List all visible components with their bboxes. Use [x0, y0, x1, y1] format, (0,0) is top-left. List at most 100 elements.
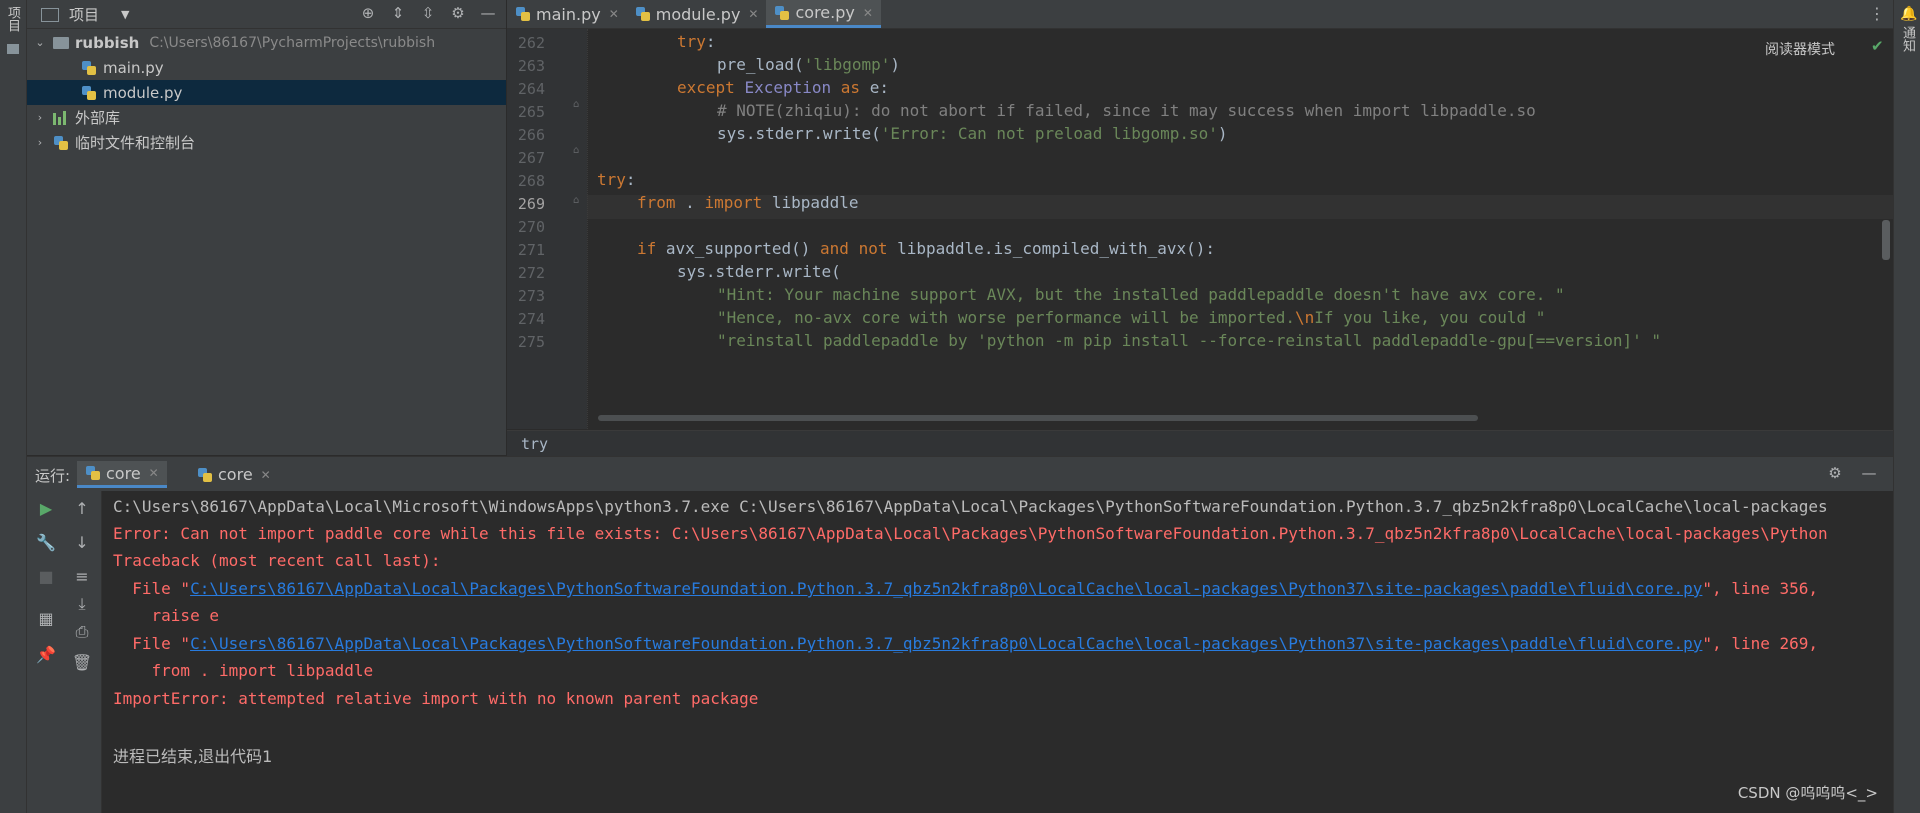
- right-tool-strip: 🔔 通知: [1893, 0, 1920, 813]
- expand-all-icon[interactable]: ⇕: [388, 3, 408, 23]
- print-icon[interactable]: ⎙: [71, 621, 93, 643]
- run-console[interactable]: C:\Users\86167\AppData\Local\Microsoft\W…: [102, 491, 1893, 813]
- line-number: 266: [517, 126, 545, 144]
- python-file-icon: [197, 467, 213, 483]
- chevron-right-icon[interactable]: ›: [33, 136, 47, 149]
- console-line: ImportError: attempted relative import w…: [113, 689, 759, 708]
- left-tool-strip: 项目: [0, 0, 27, 813]
- project-panel-header: 项目 ▼ ⊕ ⇕ ⇳ ⚙ —: [27, 0, 506, 29]
- more-vertical-icon[interactable]: ⋮: [1869, 4, 1885, 23]
- chevron-down-icon[interactable]: ⌄: [33, 36, 47, 49]
- fold-icon[interactable]: ⌂: [573, 145, 579, 156]
- breadcrumb: try: [507, 430, 1893, 456]
- tree-item-scratches[interactable]: › 临时文件和控制台: [27, 130, 512, 155]
- soft-wrap-icon[interactable]: ≡: [71, 565, 93, 587]
- breadcrumb-item[interactable]: try: [521, 435, 548, 453]
- close-icon[interactable]: ✕: [748, 7, 758, 21]
- code-line-273: "Hint: Your machine support AVX, but the…: [717, 285, 1565, 304]
- watermark: CSDN @呜呜呜<_>: [1737, 784, 1878, 802]
- editor-tabs: main.py ✕ module.py ✕ core.py ✕ ⋮: [507, 0, 1893, 29]
- trash-icon[interactable]: 🗑: [71, 651, 93, 673]
- console-line: File "C:\Users\86167\AppData\Local\Packa…: [113, 579, 1819, 598]
- project-title[interactable]: 项目: [69, 4, 99, 25]
- fold-icon[interactable]: ⌂: [573, 195, 579, 206]
- file-link[interactable]: C:\Users\86167\AppData\Local\Packages\Py…: [190, 579, 1702, 598]
- code-line-269: from . import libpaddle: [637, 193, 859, 212]
- chevron-right-icon[interactable]: ›: [33, 111, 47, 124]
- reader-mode-toggle[interactable]: 阅读器模式: [1765, 39, 1835, 59]
- arrow-up-icon[interactable]: ↑: [71, 497, 93, 519]
- console-line: Error: Can not import paddle core while …: [113, 524, 1828, 543]
- folder-icon: [53, 36, 69, 49]
- tree-item-rubbish[interactable]: ⌄ rubbish C:\Users\86167\PycharmProjects…: [27, 30, 512, 55]
- run-tab-core-2[interactable]: core ✕: [189, 461, 279, 488]
- line-number: 274: [517, 310, 545, 328]
- code-line-271: if avx_supported() and not libpaddle.is_…: [637, 239, 1215, 258]
- project-window-icon: [41, 8, 59, 22]
- code-line-266: sys.stderr.write('Error: Can not preload…: [717, 124, 1228, 143]
- gear-icon[interactable]: ⚙: [448, 3, 468, 23]
- line-number: 271: [517, 241, 545, 259]
- tab-label: module.py: [655, 4, 741, 24]
- console-line: Traceback (most recent call last):: [113, 551, 441, 570]
- python-file-icon: [81, 60, 97, 76]
- run-tab-core-1[interactable]: core ✕: [77, 461, 167, 488]
- code-line-268: try:: [597, 170, 636, 189]
- scroll-to-end-icon[interactable]: ⤓: [71, 593, 93, 615]
- vertical-scrollbar[interactable]: [1882, 220, 1890, 260]
- scratches-icon: [53, 135, 69, 151]
- run-tab-label: core: [218, 465, 253, 484]
- project-panel: 项目 ▼ ⊕ ⇕ ⇳ ⚙ — ⌄ rubbish C:\Users\86167\…: [27, 0, 506, 455]
- close-icon[interactable]: ✕: [261, 468, 271, 482]
- tree-item-path: C:\Users\86167\PycharmProjects\rubbish: [149, 34, 436, 51]
- minimize-icon[interactable]: —: [478, 3, 498, 23]
- close-icon[interactable]: ✕: [149, 466, 159, 480]
- pin-icon[interactable]: 📌: [35, 643, 57, 665]
- fold-icon[interactable]: ⌂: [573, 99, 579, 110]
- code-line-274: "Hence, no-avx core with worse performan…: [717, 308, 1546, 327]
- tree-item-main-py[interactable]: main.py: [27, 55, 506, 80]
- tab-core-py[interactable]: core.py ✕: [766, 0, 881, 28]
- stop-icon[interactable]: ■: [35, 565, 57, 587]
- tree-item-module-py[interactable]: module.py: [27, 80, 506, 105]
- line-number: 267: [517, 149, 545, 167]
- folder-icon: [7, 44, 19, 54]
- notifications-tool-button[interactable]: 通知: [1899, 26, 1917, 52]
- run-tab-label: core: [106, 463, 141, 483]
- gear-icon[interactable]: ⚙: [1825, 463, 1845, 483]
- rerun-icon[interactable]: ▶: [35, 497, 57, 519]
- file-link[interactable]: C:\Users\86167\AppData\Local\Packages\Py…: [190, 634, 1702, 653]
- tree-item-label: 外部库: [75, 109, 121, 127]
- wrench-icon[interactable]: 🔧: [35, 531, 57, 553]
- bell-icon[interactable]: 🔔: [1900, 6, 1917, 22]
- close-icon[interactable]: ✕: [863, 6, 873, 20]
- close-icon[interactable]: ✕: [609, 7, 619, 21]
- tab-module-py[interactable]: module.py ✕: [627, 0, 767, 28]
- collapse-all-icon[interactable]: ⇳: [418, 3, 438, 23]
- locate-icon[interactable]: ⊕: [358, 3, 378, 23]
- chevron-down-icon[interactable]: ▼: [121, 8, 129, 21]
- line-number: 275: [517, 333, 545, 351]
- line-number: 272: [517, 264, 545, 282]
- line-number: 262: [517, 34, 545, 52]
- line-number: 263: [517, 57, 545, 75]
- code-editor[interactable]: try: pre_load('libgomp') except Exceptio…: [587, 29, 1893, 429]
- line-number: 273: [517, 287, 545, 305]
- line-number-current: 269: [517, 195, 545, 213]
- minimize-icon[interactable]: —: [1859, 463, 1879, 483]
- run-label: 运行:: [35, 467, 71, 485]
- horizontal-scrollbar[interactable]: [598, 415, 1478, 421]
- tab-label: main.py: [536, 4, 601, 24]
- arrow-down-icon[interactable]: ↓: [71, 531, 93, 553]
- python-file-icon: [85, 465, 101, 481]
- tree-item-external-libraries[interactable]: › 外部库: [27, 105, 512, 130]
- python-file-icon: [774, 5, 790, 21]
- tab-main-py[interactable]: main.py ✕: [507, 0, 627, 28]
- code-line-272: sys.stderr.write(: [677, 262, 841, 281]
- layout-icon[interactable]: ▦: [35, 607, 57, 629]
- library-icon: [53, 110, 69, 125]
- tree-item-label: 临时文件和控制台: [75, 134, 196, 152]
- project-tool-button[interactable]: 项目: [4, 6, 22, 32]
- checkmark-icon[interactable]: ✔: [1871, 37, 1884, 55]
- code-line-265: # NOTE(zhiqiu): do not abort if failed, …: [717, 101, 1536, 120]
